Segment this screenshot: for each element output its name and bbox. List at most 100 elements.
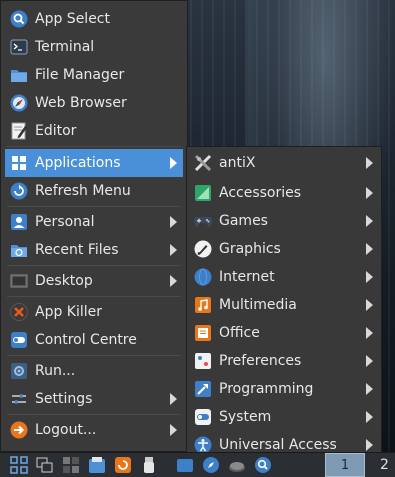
menu-item-label: Logout... (35, 422, 97, 438)
menu-item-label: App Killer (35, 304, 103, 320)
folder-icon (9, 65, 29, 85)
logout-icon (9, 420, 29, 440)
menu-separator (7, 355, 181, 356)
submenu-arrow-icon (170, 393, 177, 405)
submenu-item-office[interactable]: Office (189, 319, 379, 347)
menu-item-web-browser[interactable]: Web Browser (5, 89, 183, 117)
submenu-item-system[interactable]: System (189, 403, 379, 431)
submenu-arrow-icon (170, 424, 177, 436)
volume-icon[interactable] (228, 456, 246, 474)
submenu-item-graphics[interactable]: Graphics (189, 235, 379, 263)
menu-item-label: Settings (35, 391, 93, 407)
menu-item-app-select[interactable]: App Select (5, 5, 183, 33)
menu-item-label: Control Centre (35, 332, 137, 348)
workspace-1-button[interactable]: 1 (325, 453, 365, 477)
submenu-item-games[interactable]: Games (189, 207, 379, 235)
submenu-arrow-icon (366, 157, 373, 169)
file-manager-launcher-icon[interactable] (88, 456, 106, 474)
submenu-arrow-icon (366, 243, 373, 255)
menu-item-label: Web Browser (35, 95, 127, 111)
show-desktop-icon[interactable] (62, 456, 80, 474)
workspace-2-button[interactable]: 2 (380, 453, 395, 477)
menu-item-label: Desktop (35, 273, 93, 289)
editor-icon (9, 121, 29, 141)
menu-item-refresh-menu[interactable]: Refresh Menu (5, 177, 183, 205)
search-launcher-icon[interactable] (254, 456, 272, 474)
menu-item-label: Applications (35, 155, 121, 171)
menu-item-control-centre[interactable]: Control Centre (5, 326, 183, 354)
user-icon (9, 212, 29, 232)
submenu-arrow-icon (366, 439, 373, 451)
submenu-item-label: Preferences (219, 353, 302, 369)
submenu-arrow-icon (366, 383, 373, 395)
submenu-item-multimedia[interactable]: Multimedia (189, 291, 379, 319)
accessories-icon (193, 183, 213, 203)
music-note-icon (193, 295, 213, 315)
menu-separator (7, 296, 181, 297)
refresh-icon (9, 181, 29, 201)
menu-item-label: File Manager (35, 67, 125, 83)
menu-separator (7, 414, 181, 415)
app-killer-icon (9, 302, 29, 322)
start-menu-icon[interactable] (10, 456, 28, 474)
menu-item-editor[interactable]: Editor (5, 117, 183, 145)
browser-launcher-icon[interactable] (202, 456, 220, 474)
menu-item-label: Editor (35, 123, 77, 139)
submenu-arrow-icon (366, 327, 373, 339)
submenu-item-label: Internet (219, 269, 275, 285)
submenu-item-antix[interactable]: antiX (189, 149, 379, 177)
menu-item-logout[interactable]: Logout... (5, 416, 183, 444)
submenu-item-label: Games (219, 213, 268, 229)
refresh-launcher-icon[interactable] (114, 456, 132, 474)
submenu-item-label: antiX (219, 155, 256, 171)
preferences-icon (193, 351, 213, 371)
usb-mount-icon[interactable] (140, 456, 158, 474)
compass-icon (9, 93, 29, 113)
run-gear-icon (9, 361, 29, 381)
menu-item-label: Personal (35, 214, 95, 230)
menu-item-label: Run... (35, 363, 76, 379)
window-list-icon[interactable] (36, 456, 54, 474)
submenu-arrow-icon (366, 271, 373, 283)
menu-item-desktop[interactable]: Desktop (5, 267, 183, 295)
submenu-item-label: System (219, 409, 272, 425)
terminal-icon (9, 37, 29, 57)
menu-item-run[interactable]: Run... (5, 357, 183, 385)
submenu-item-label: Office (219, 325, 260, 341)
menu-item-label: Refresh Menu (35, 183, 131, 199)
submenu-item-label: Programming (219, 381, 314, 397)
menu-item-personal[interactable]: Personal (5, 208, 183, 236)
menu-separator (7, 206, 181, 207)
submenu-arrow-icon (366, 411, 373, 423)
submenu-arrow-icon (366, 355, 373, 367)
menu-item-settings[interactable]: Settings (5, 385, 183, 413)
recent-folder-icon (9, 240, 29, 260)
network-icon[interactable] (176, 456, 194, 474)
submenu-arrow-icon (366, 299, 373, 311)
menu-item-terminal[interactable]: Terminal (5, 33, 183, 61)
menu-item-app-killer[interactable]: App Killer (5, 298, 183, 326)
submenu-item-label: Multimedia (219, 297, 297, 313)
submenu-item-accessories[interactable]: Accessories (189, 179, 379, 207)
submenu-item-label: Accessories (219, 185, 302, 201)
submenu-arrow-icon (366, 187, 373, 199)
system-toggle-icon (193, 407, 213, 427)
settings-sliders-icon (9, 389, 29, 409)
menu-item-file-manager[interactable]: File Manager (5, 61, 183, 89)
menu-item-applications[interactable]: Applications (5, 149, 183, 177)
submenu-item-programming[interactable]: Programming (189, 375, 379, 403)
menu-item-label: Terminal (35, 39, 95, 55)
applications-submenu: antiX Accessories Games Graphics Interne… (186, 146, 382, 460)
antix-logo-icon (193, 153, 213, 173)
globe-icon (193, 267, 213, 287)
control-centre-icon (9, 330, 29, 350)
submenu-item-label: Universal Access (219, 437, 337, 453)
submenu-arrow-icon (170, 244, 177, 256)
menu-item-recent-files[interactable]: Recent Files (5, 236, 183, 264)
office-icon (193, 323, 213, 343)
submenu-arrow-icon (366, 215, 373, 227)
submenu-arrow-icon (170, 157, 177, 169)
submenu-item-internet[interactable]: Internet (189, 263, 379, 291)
gamepad-icon (193, 211, 213, 231)
submenu-item-preferences[interactable]: Preferences (189, 347, 379, 375)
